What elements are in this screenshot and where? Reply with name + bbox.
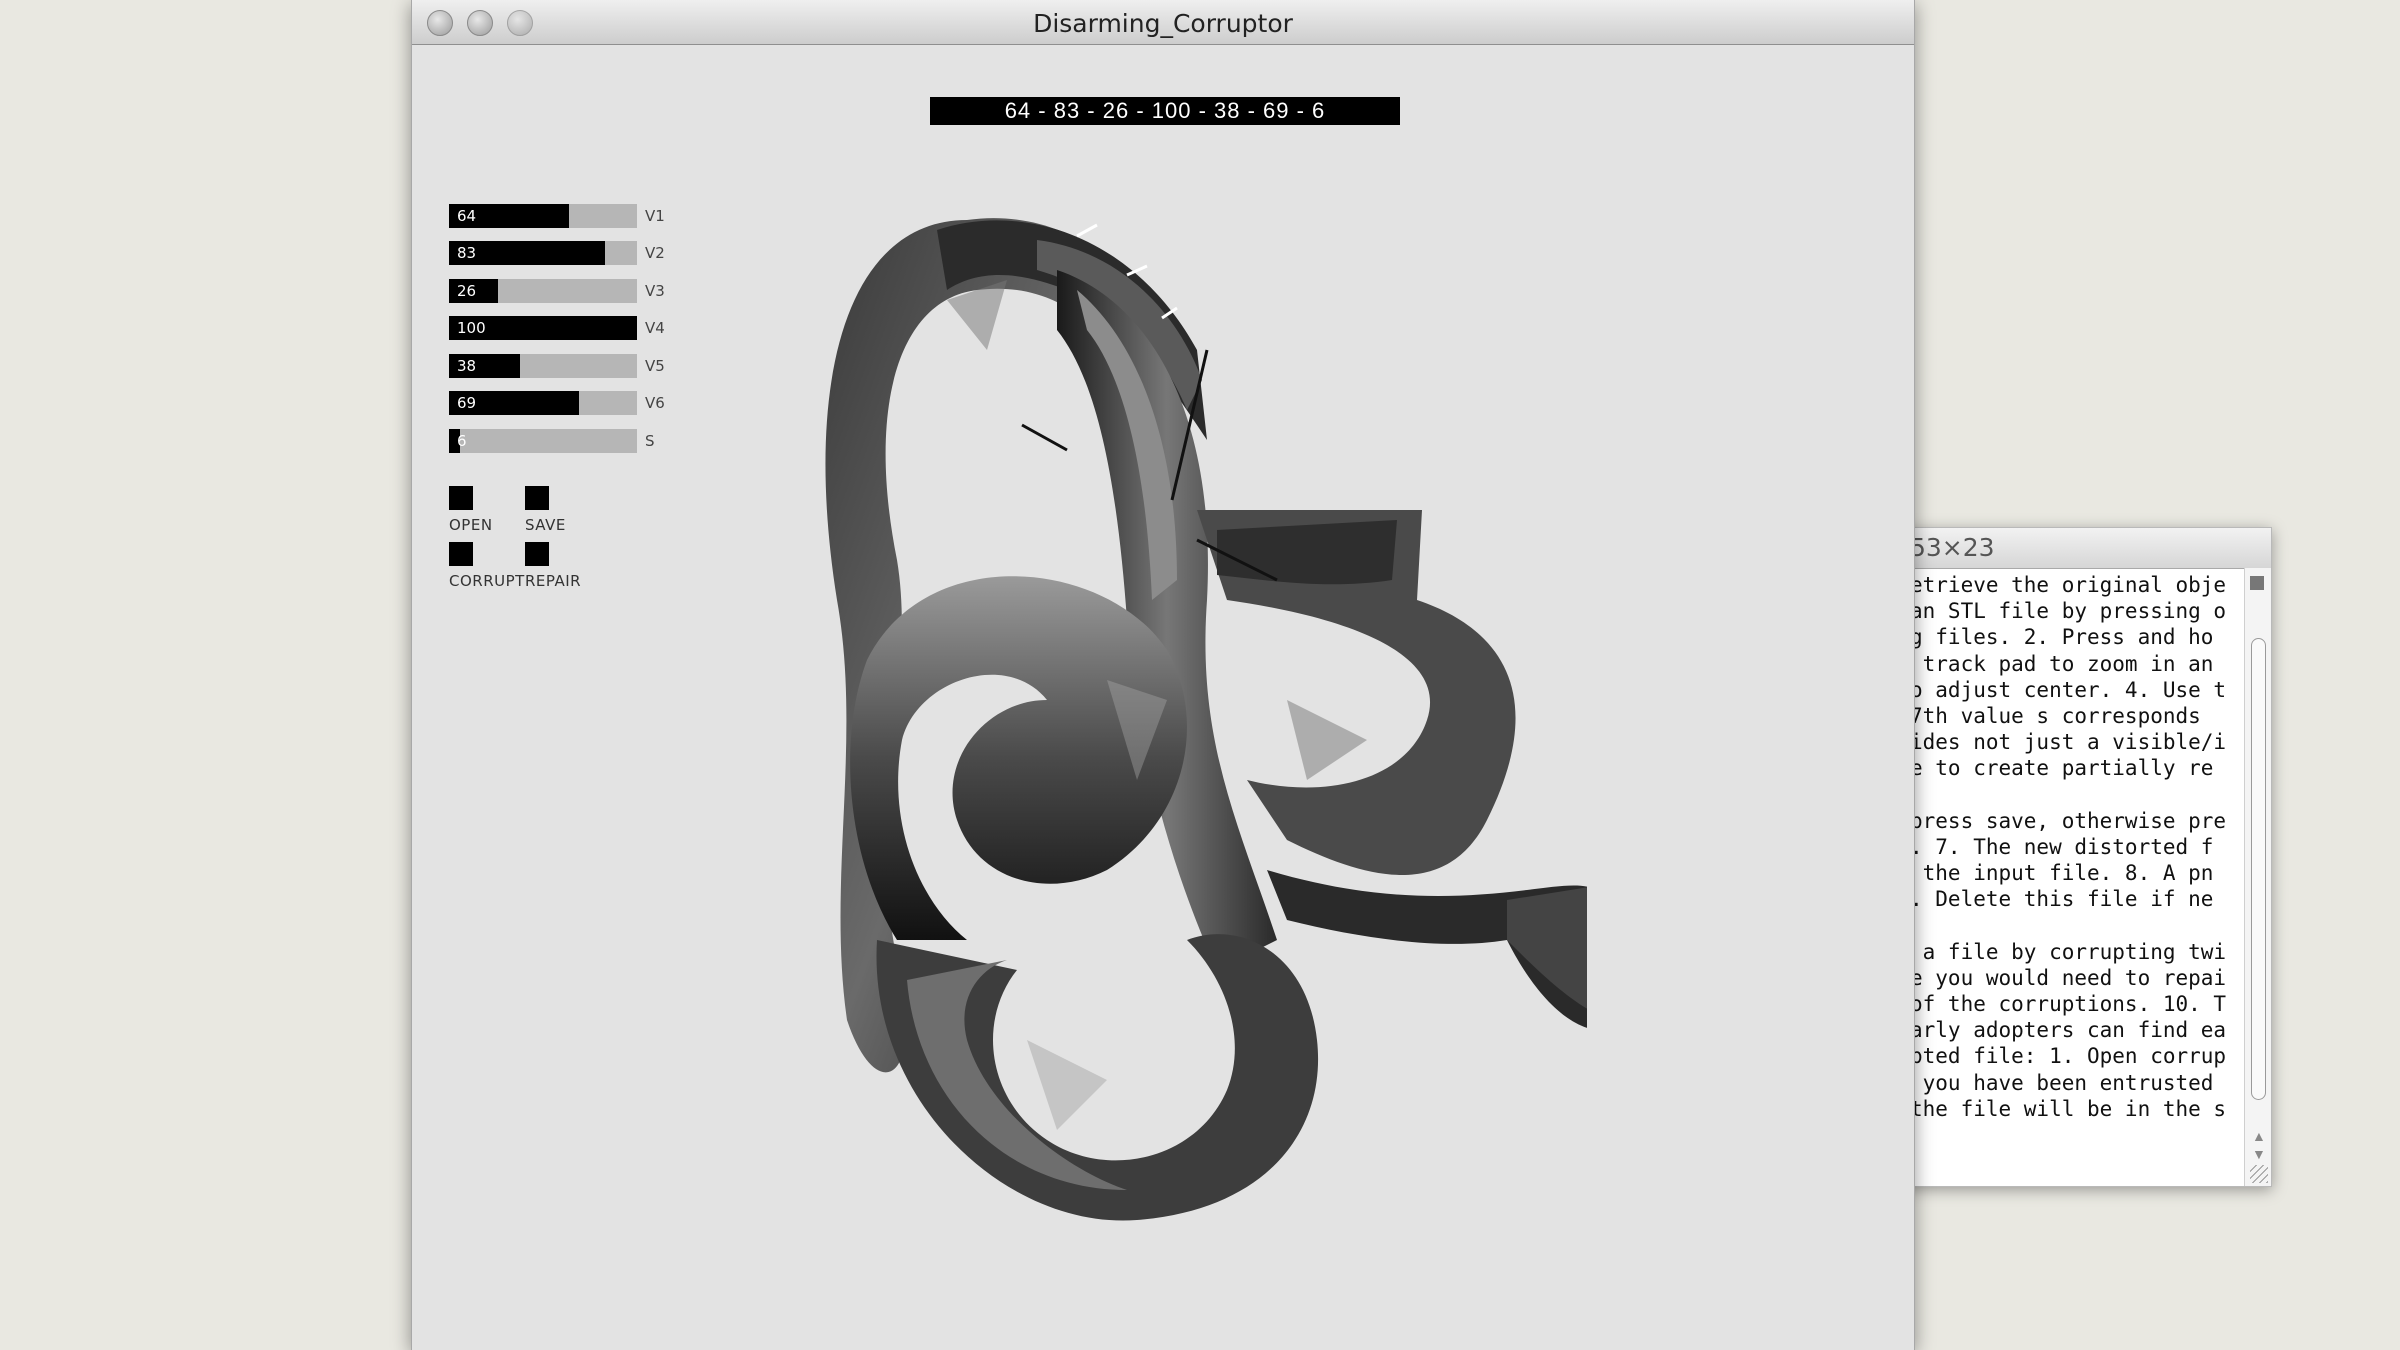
open-label: OPEN <box>449 516 493 534</box>
slider-label: V4 <box>645 319 665 337</box>
terminal-line: of the corruptions. 10. T <box>1910 992 2227 1016</box>
terminal-line: ides not just a visible/i <box>1910 730 2227 755</box>
values-display: 64 - 83 - 26 - 100 - 38 - 69 - 6 <box>930 97 1400 125</box>
slider-label: V5 <box>645 357 665 375</box>
slider-value: 38 <box>457 357 477 375</box>
repair-label: REPAIR <box>525 572 582 590</box>
terminal-line: pted file: 1. Open corrup <box>1910 1044 2227 1069</box>
slider-v4[interactable]: 100 V4 <box>449 316 665 340</box>
slider-label: V1 <box>645 207 665 225</box>
slider-label: V3 <box>645 282 665 300</box>
slider-value: 6 <box>457 432 467 450</box>
slider-label: V2 <box>645 244 665 262</box>
slider-track[interactable] <box>449 429 637 453</box>
terminal-line: e to create partially re <box>1910 756 2214 781</box>
terminal-line: etrieve the original obje <box>1910 573 2227 597</box>
slider-value: 26 <box>457 282 477 300</box>
slider-v6[interactable]: 69 V6 <box>449 391 665 415</box>
slider-v5[interactable]: 38 V5 <box>449 354 665 378</box>
slider-label: V6 <box>645 394 665 412</box>
terminal-line: press save, otherwise pre <box>1910 808 2227 833</box>
terminal-line: . Delete this file if ne <box>1910 887 2214 912</box>
terminal-line: . 7. The new distorted f <box>1910 834 2214 859</box>
main-window: Disarming_Corruptor 64 - 83 - 26 - 100 -… <box>411 0 1915 1350</box>
terminal-line: e you would need to repai <box>1910 965 2227 990</box>
scroll-menu-icon[interactable] <box>2250 576 2264 590</box>
model-mesh <box>825 218 1587 1221</box>
terminal-title: 53×23 <box>1910 533 1995 562</box>
terminal-line: an STL file by pressing o <box>1910 599 2227 624</box>
resize-grip-icon[interactable] <box>2250 1165 2268 1183</box>
terminal-window: 53×23 etrieve the original obje an STL f… <box>1905 527 2272 1187</box>
slider-v2[interactable]: 83 V2 <box>449 241 665 265</box>
slider-s[interactable]: 6 S <box>449 429 655 453</box>
terminal-scrollbar[interactable]: ▲ ▼ <box>2244 568 2271 1186</box>
slider-v3[interactable]: 26 V3 <box>449 279 665 303</box>
save-button[interactable] <box>525 486 549 510</box>
terminal-title-bar[interactable]: 53×23 <box>1906 528 2271 569</box>
repair-button[interactable] <box>525 542 549 566</box>
terminal-line: the file will be in the s <box>1910 1096 2227 1121</box>
window-title: Disarming_Corruptor <box>1033 9 1293 38</box>
terminal-line: track pad to zoom in an <box>1910 651 2214 676</box>
terminal-line: 7th value s corresponds <box>1910 703 2201 728</box>
slider-v1[interactable]: 64 V1 <box>449 204 665 228</box>
scroll-down-arrow-icon[interactable]: ▼ <box>2252 1146 2266 1162</box>
open-button[interactable] <box>449 486 473 510</box>
terminal-line: o adjust center. 4. Use t <box>1910 677 2227 702</box>
slider-value: 83 <box>457 244 477 262</box>
title-bar[interactable]: Disarming_Corruptor <box>412 0 1914 45</box>
save-label: SAVE <box>525 516 566 534</box>
corrupt-label: CORRUPT <box>449 572 525 590</box>
corrupt-button[interactable] <box>449 542 473 566</box>
terminal-line: the input file. 8. A pn <box>1910 861 2214 886</box>
terminal-line: g files. 2. Press and ho <box>1910 625 2214 650</box>
slider-value: 69 <box>457 394 477 412</box>
slider-value: 64 <box>457 207 477 225</box>
slider-value: 100 <box>457 319 486 337</box>
terminal-line: a file by corrupting twi <box>1910 939 2227 964</box>
model-viewport[interactable] <box>807 180 1587 1240</box>
scroll-up-arrow-icon[interactable]: ▲ <box>2252 1128 2266 1144</box>
terminal-line: you have been entrusted <box>1910 1070 2214 1095</box>
slider-label: S <box>645 432 655 450</box>
terminal-text[interactable]: etrieve the original obje an STL file by… <box>1910 572 2242 1180</box>
terminal-line: arly adopters can find ea <box>1910 1018 2227 1043</box>
scroll-thumb[interactable] <box>2251 638 2266 1100</box>
